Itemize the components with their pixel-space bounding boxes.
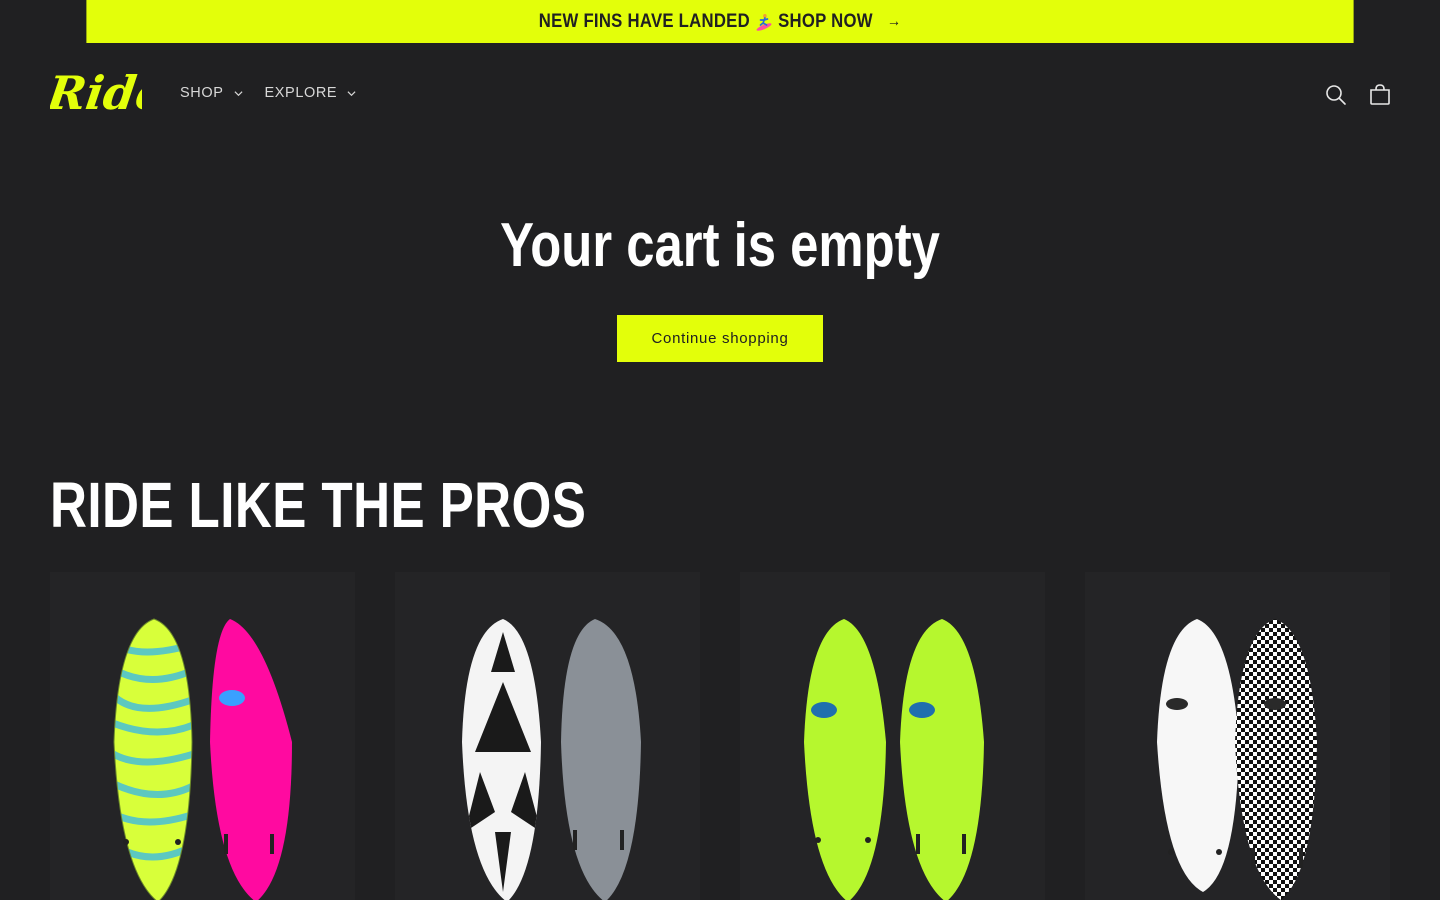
product-card[interactable] <box>395 572 700 900</box>
product-image <box>1157 619 1317 900</box>
announcement-text: NEW FINS HAVE LANDED <box>538 10 750 32</box>
nav-explore[interactable]: EXPLORE <box>265 85 357 101</box>
cart-title: Your cart is empty <box>500 211 940 280</box>
arrow-right-icon: → <box>886 12 902 30</box>
announcement-bar[interactable]: NEW FINS HAVE LANDED SHOP NOW → <box>86 0 1354 43</box>
nav-explore-label: EXPLORE <box>264 85 338 101</box>
cart-icon <box>1370 84 1390 105</box>
product-image <box>804 619 984 900</box>
nav-shop[interactable]: SHOP <box>180 85 243 101</box>
announcement-link[interactable]: SHOP NOW <box>778 11 873 33</box>
logo[interactable]: Ride <box>42 65 169 121</box>
site-header: Ride SHOP EXPLORE <box>0 43 1440 145</box>
surfer-icon <box>755 12 773 32</box>
product-image <box>113 618 292 900</box>
product-grid <box>50 572 1390 900</box>
featured-title: RIDE LIKE THE PROS <box>50 469 587 541</box>
chevron-down-icon <box>347 90 356 96</box>
continue-shopping-button[interactable]: Continue shopping <box>617 315 823 362</box>
logo-text: Ride <box>50 66 142 120</box>
product-image <box>462 619 641 900</box>
search-button[interactable] <box>1324 83 1348 107</box>
nav-shop-label: SHOP <box>180 85 224 101</box>
product-card[interactable] <box>50 572 355 900</box>
cart-button[interactable] <box>1368 83 1392 107</box>
main-nav: SHOP EXPLORE <box>180 85 356 101</box>
search-icon <box>1326 85 1346 105</box>
chevron-down-icon <box>233 90 243 96</box>
product-card[interactable] <box>740 572 1045 900</box>
product-card[interactable] <box>1085 572 1390 900</box>
